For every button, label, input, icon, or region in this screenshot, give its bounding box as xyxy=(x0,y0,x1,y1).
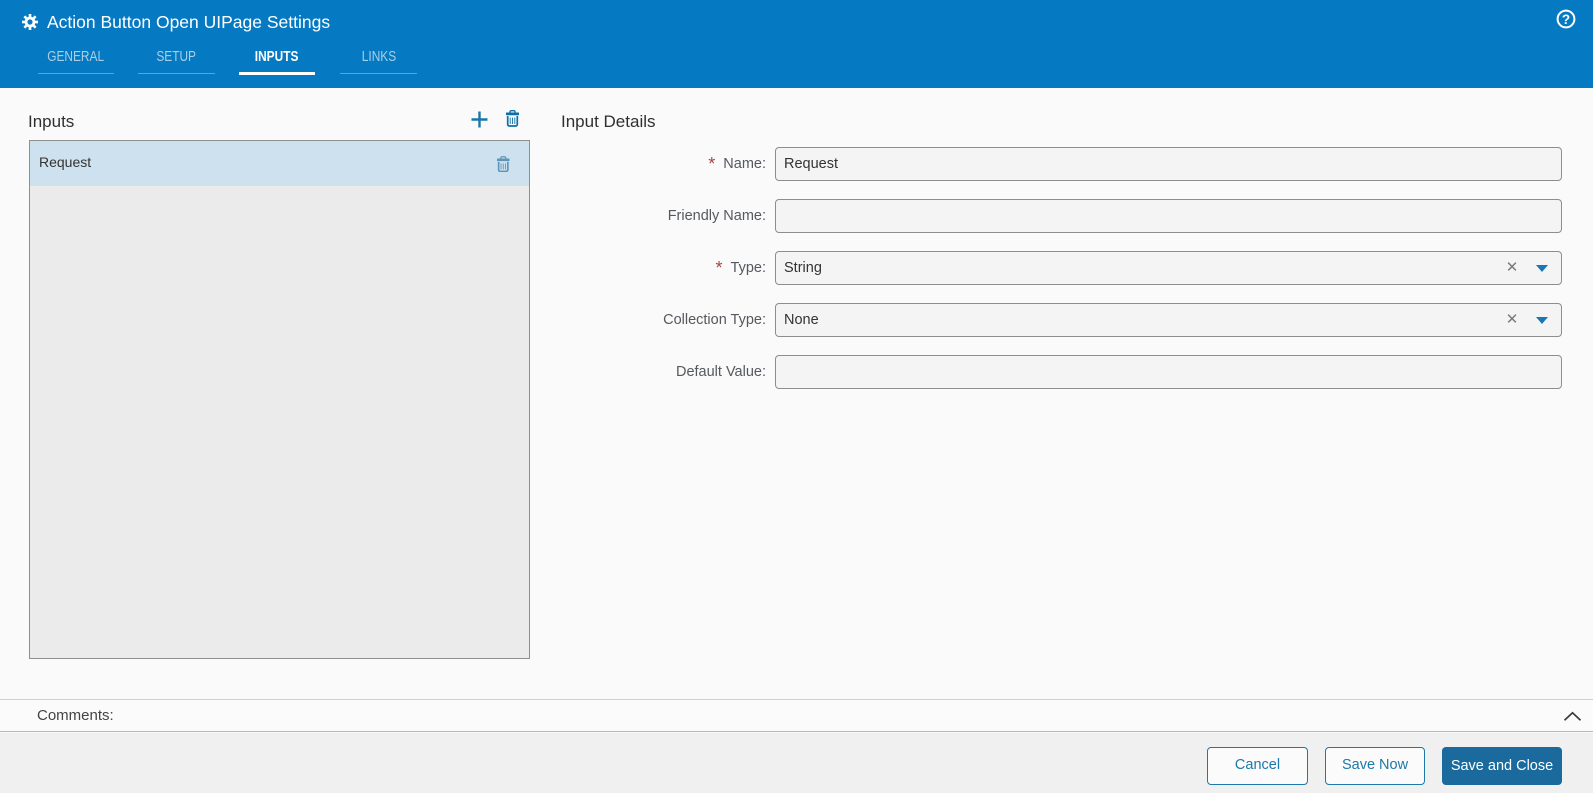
svg-text:?: ? xyxy=(1562,12,1570,27)
